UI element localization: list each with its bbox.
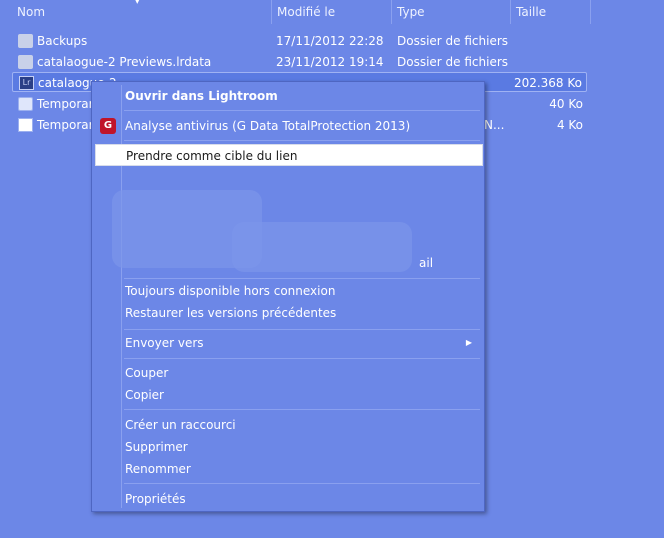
column-type-label: Type [397,5,425,19]
file-name: Backups [37,34,88,48]
document-icon [18,118,33,132]
gear-file-icon [18,97,33,111]
column-name-label: Nom [17,5,46,19]
menu-separator [124,358,480,359]
menu-item-cut[interactable]: Couper [94,362,482,384]
column-size-label: Taille [516,5,547,19]
menu-item-send-to[interactable]: Envoyer vers ▶ [94,332,482,354]
lightroom-icon: Lr [19,76,34,90]
file-size: 40 Ko [549,97,583,111]
menu-separator [124,409,480,410]
file-row[interactable]: Backups 17/11/2012 22:28 Dossier de fich… [12,31,587,51]
file-name: Temporar [37,97,94,111]
menu-item-label: Analyse antivirus (G Data TotalProtectio… [125,119,411,133]
menu-item-offline[interactable]: Toujours disponible hors connexion [94,280,482,302]
folder-icon [18,55,33,69]
menu-item-rename[interactable]: Renommer [94,458,482,480]
menu-separator [124,278,480,279]
file-name: Temporar [37,118,94,132]
folder-icon [18,34,33,48]
menu-item-label: Supprimer [125,440,188,454]
menu-item-label: Couper [125,366,169,380]
menu-separator [124,110,480,111]
menu-item-label: Restaurer les versions précédentes [125,306,337,320]
column-modified-label: Modifié le [277,5,336,19]
column-header-bar: Nom ▾ Modifié le Type Taille [0,0,664,24]
menu-item-create-shortcut[interactable]: Créer un raccourci [94,414,482,436]
file-size: 202.368 Ko [513,76,582,90]
menu-item-restore-versions[interactable]: Restaurer les versions précédentes [94,302,482,324]
submenu-arrow-icon: ▶ [465,338,472,347]
menu-item-copy[interactable]: Copier [94,384,482,406]
menu-item-label: Ouvrir dans Lightroom [125,89,278,103]
file-date: 17/11/2012 22:28 [276,34,384,48]
column-size[interactable]: Taille [511,0,591,24]
menu-separator [124,140,480,141]
gdata-shield-icon: G [100,118,116,134]
menu-item-open-lightroom[interactable]: Ouvrir dans Lightroom [94,85,482,107]
blurred-region [232,222,412,272]
menu-item-label: Propriétés [125,492,186,506]
partial-menu-text: ail [419,256,434,270]
file-name: catalaogue-2 Previews.lrdata [37,55,212,69]
menu-item-label: Créer un raccourci [125,418,236,432]
menu-item-label: Prendre comme cible du lien [126,149,298,163]
column-name[interactable]: Nom [12,0,272,24]
context-menu: Ouvrir dans Lightroom G Analyse antiviru… [91,81,485,512]
file-type: Dossier de fichiers [397,55,509,69]
column-modified[interactable]: Modifié le [272,0,392,24]
menu-item-antivirus[interactable]: G Analyse antivirus (G Data TotalProtect… [94,115,482,137]
menu-item-properties[interactable]: Propriétés [94,488,482,510]
file-date: 23/11/2012 19:14 [276,55,384,69]
menu-item-label: Envoyer vers [125,336,204,350]
sort-arrow-icon: ▾ [135,0,140,7]
file-size: 4 Ko [556,118,583,132]
menu-item-label: Copier [125,388,164,402]
menu-separator [124,329,480,330]
menu-item-link-target[interactable]: Prendre comme cible du lien [95,144,483,166]
column-type[interactable]: Type [392,0,511,24]
menu-item-label: Toujours disponible hors connexion [125,284,336,298]
file-type: Dossier de fichiers [397,34,509,48]
file-type: N... [484,118,505,132]
file-row[interactable]: catalaogue-2 Previews.lrdata 23/11/2012 … [12,52,587,72]
menu-item-delete[interactable]: Supprimer [94,436,482,458]
menu-separator [124,483,480,484]
menu-item-label: Renommer [125,462,191,476]
